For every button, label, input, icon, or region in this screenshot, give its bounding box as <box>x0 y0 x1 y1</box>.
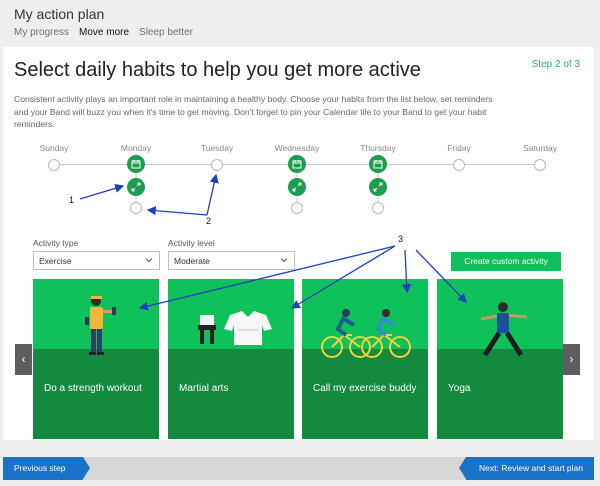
activity-level-label: Activity level <box>168 238 215 248</box>
carousel-prev-button[interactable]: ‹ <box>15 344 32 375</box>
activity-type-label: Activity type <box>33 238 79 248</box>
carousel-next-button[interactable]: › <box>563 344 580 375</box>
day-label-friday: Friday <box>447 143 471 153</box>
description-text: Consistent activity plays an important r… <box>14 94 493 129</box>
annotation-number-1: 1 <box>69 195 75 205</box>
habit-slot-dot[interactable] <box>130 202 142 214</box>
tile-strength-workout[interactable]: Do a strength workout <box>33 279 159 439</box>
chevron-left-icon: ‹ <box>21 352 26 366</box>
activity-type-value: Exercise <box>39 256 72 266</box>
tile-label: Do a strength workout <box>44 383 142 394</box>
action-plan-card: Select daily habits to help you get more… <box>3 47 594 440</box>
strength-figure-icon <box>85 296 116 355</box>
day-label-thursday: Thursday <box>360 143 396 153</box>
tab-bar: My progress Move more Sleep better <box>14 27 193 38</box>
day-dot-friday[interactable] <box>453 159 465 171</box>
tile-martial-arts[interactable]: Martial arts <box>168 279 294 439</box>
tile-label: Yoga <box>448 383 471 394</box>
chevron-down-icon <box>280 258 288 263</box>
habit-slot-dot[interactable] <box>291 202 303 214</box>
chevron-down-icon <box>145 258 153 263</box>
yoga-figure-icon <box>480 302 528 357</box>
day-label-saturday: Saturday <box>522 143 558 153</box>
activity-level-select[interactable]: Moderate <box>168 251 295 270</box>
app-title: My action plan <box>14 6 105 22</box>
chevron-right-icon: › <box>569 352 574 366</box>
martial-arts-gear-icon <box>198 311 272 345</box>
day-label-tuesday: Tuesday <box>200 143 234 153</box>
previous-step-button[interactable]: Previous step <box>3 457 90 480</box>
day-label-wednesday: Wednesday <box>274 143 320 153</box>
create-custom-activity-button[interactable]: Create custom activity <box>451 252 561 271</box>
day-dot-sunday[interactable] <box>48 159 60 171</box>
tile-label: Call my exercise buddy <box>313 383 417 394</box>
calendar-icon[interactable] <box>288 155 306 173</box>
tile-label: Martial arts <box>179 383 229 394</box>
tile-exercise-buddy[interactable]: Call my exercise buddy <box>302 279 428 439</box>
activity-level-value: Moderate <box>174 256 210 266</box>
day-label-sunday: Sunday <box>39 143 69 153</box>
next-step-button[interactable]: Next: Review and start plan <box>459 457 594 480</box>
expand-arrows-icon[interactable] <box>127 178 145 196</box>
expand-arrows-icon[interactable] <box>288 178 306 196</box>
activity-type-select[interactable]: Exercise <box>33 251 160 270</box>
day-dot-tuesday[interactable] <box>211 159 223 171</box>
tab-sleep-better[interactable]: Sleep better <box>139 27 193 38</box>
annotation-number-3: 3 <box>398 234 404 244</box>
expand-arrows-icon[interactable] <box>369 178 387 196</box>
tab-my-progress[interactable]: My progress <box>14 27 69 38</box>
step-indicator: Step 2 of 3 <box>531 59 580 70</box>
tab-move-more[interactable]: Move more <box>79 27 129 38</box>
calendar-icon[interactable] <box>127 155 145 173</box>
tile-yoga[interactable]: Yoga <box>437 279 563 439</box>
day-label-monday: Monday <box>120 143 152 153</box>
calendar-icon[interactable] <box>369 155 387 173</box>
habit-slot-dot[interactable] <box>372 202 384 214</box>
footer-bar: Previous step Next: Review and start pla… <box>3 457 594 480</box>
annotation-number-2: 2 <box>206 216 212 226</box>
page-heading: Select daily habits to help you get more… <box>14 59 421 81</box>
day-dot-saturday[interactable] <box>534 159 546 171</box>
cyclists-icon <box>321 309 411 358</box>
